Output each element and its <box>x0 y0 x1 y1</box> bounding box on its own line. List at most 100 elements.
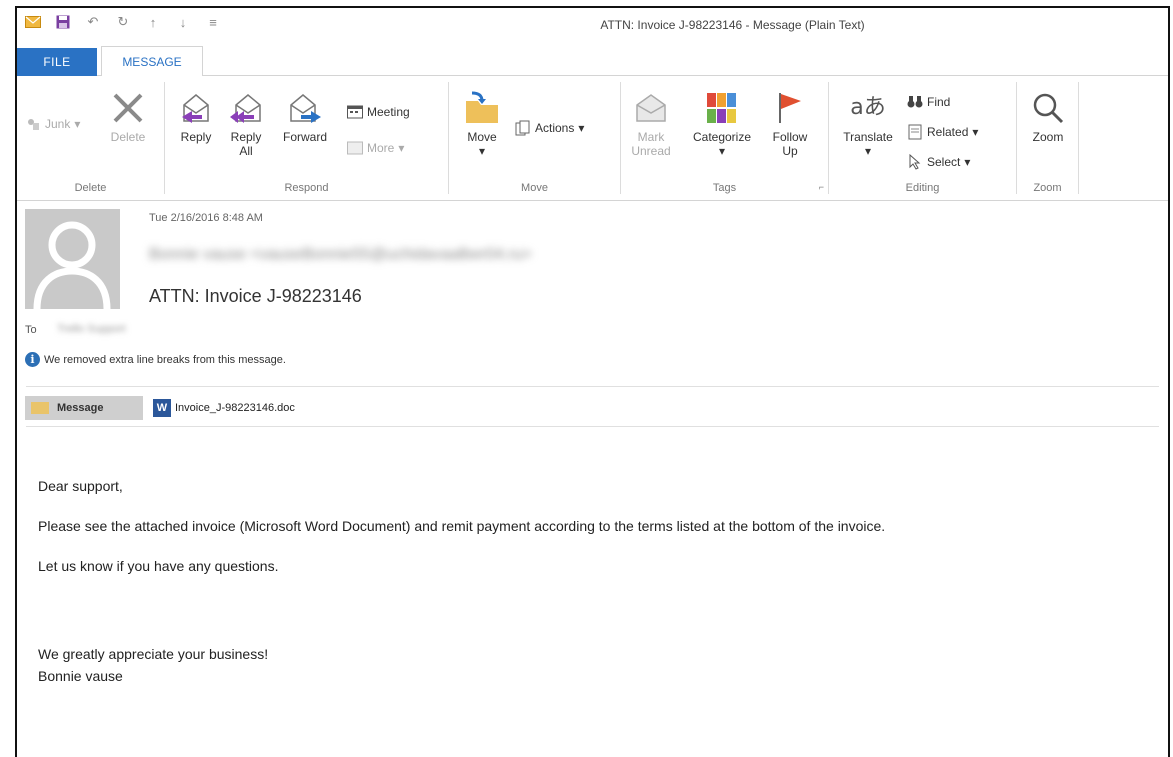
actions-icon <box>515 120 531 136</box>
tab-message[interactable]: MESSAGE <box>101 46 203 77</box>
categorize-icon <box>704 90 740 126</box>
mark-unread-icon <box>633 90 669 126</box>
more-dropdown-icon: ▾ <box>398 141 405 155</box>
translate-icon: aあ <box>850 95 886 120</box>
cursor-icon <box>907 154 923 170</box>
zoom-group-label: Zoom <box>1033 182 1062 194</box>
ribbon-group-tags: Mark Unread Categorize ▾ Follow Up Tags … <box>621 82 829 194</box>
ribbon-group-move: Move ▾ Actions ▾ Move <box>449 82 621 194</box>
sender-name[interactable]: Bonnie vause <vauseBonnie55@uchidavaalbe… <box>149 246 799 270</box>
word-document-icon: W <box>153 399 171 417</box>
zoom-button[interactable]: Zoom <box>1023 90 1073 144</box>
attachment-item[interactable]: W Invoice_J-98223146.doc <box>153 399 295 417</box>
junk-button[interactable]: Junk ▾ <box>25 116 80 132</box>
mark-unread-label-1: Mark <box>637 130 665 144</box>
outlook-message-window: ↶ ↻ ↑ ↓ ≡ ATTN: Invoice J-98223146 - Mes… <box>15 6 1170 757</box>
delete-x-icon <box>110 90 146 126</box>
translate-dropdown-icon: ▾ <box>864 144 872 158</box>
more-label: More <box>367 141 395 155</box>
forward-icon <box>287 90 323 126</box>
info-text: We removed extra line breaks from this m… <box>44 353 286 366</box>
header-divider <box>26 386 1159 387</box>
reply-button[interactable]: Reply <box>173 90 219 144</box>
categorize-label: Categorize <box>692 130 752 144</box>
tab-file[interactable]: FILE <box>17 48 97 76</box>
to-recipient[interactable]: Trello Support <box>57 323 126 335</box>
reply-all-label-1: Reply <box>230 130 262 144</box>
respond-group-label: Respond <box>284 182 329 194</box>
message-date: Tue 2/16/2016 8:48 AM <box>149 212 263 224</box>
message-body[interactable]: Dear support, Please see the attached in… <box>38 476 885 686</box>
move-group-label: Move <box>521 182 548 194</box>
categorize-button[interactable]: Categorize ▾ <box>681 90 763 158</box>
dialog-launcher-icon[interactable]: ⌐ <box>819 182 824 192</box>
info-bar[interactable]: i We removed extra line breaks from this… <box>25 352 286 367</box>
move-folder-icon <box>464 90 500 126</box>
translate-button[interactable]: aあ Translate ▾ <box>835 90 901 159</box>
ribbon-group-respond: Reply Reply All Forward Meeting More ▾ R… <box>165 82 449 194</box>
window-title: ATTN: Invoice J-98223146 - Message (Plai… <box>600 18 865 32</box>
reply-all-icon <box>228 90 264 126</box>
actions-label: Actions <box>535 121 575 135</box>
person-silhouette-icon <box>33 221 111 309</box>
junk-dropdown-icon: ▾ <box>74 117 81 131</box>
select-button[interactable]: Select ▾ <box>907 154 970 170</box>
reply-icon <box>178 90 214 126</box>
mark-unread-label-2: Unread <box>631 144 671 158</box>
select-label: Select <box>927 155 961 169</box>
to-label: To <box>25 324 37 336</box>
actions-dropdown-icon: ▾ <box>578 121 585 135</box>
junk-label: Junk <box>45 117 71 131</box>
tags-group-label: Tags <box>712 182 737 194</box>
more-button[interactable]: More ▾ <box>347 140 404 156</box>
find-button[interactable]: Find <box>907 94 950 110</box>
move-button[interactable]: Move ▾ <box>457 90 507 158</box>
follow-up-button[interactable]: Follow Up <box>765 90 815 158</box>
body-paragraph: Please see the attached invoice (Microso… <box>38 518 886 534</box>
ribbon: Junk ▾ Delete Delete Reply Reply All For… <box>17 76 1168 201</box>
envelope-icon <box>31 402 49 414</box>
related-icon <box>907 124 923 140</box>
follow-up-label-1: Follow <box>772 130 808 144</box>
meeting-button[interactable]: Meeting <box>347 104 410 120</box>
forward-button[interactable]: Forward <box>275 90 335 144</box>
find-label: Find <box>927 95 951 109</box>
junk-icon <box>25 116 41 132</box>
forward-label: Forward <box>282 130 327 144</box>
reply-label: Reply <box>180 130 212 144</box>
ribbon-group-editing: aあ Translate ▾ Find Related ▾ Select ▾ E… <box>829 82 1017 194</box>
select-dropdown-icon: ▾ <box>964 155 971 169</box>
translate-label: Translate <box>843 130 893 144</box>
categorize-dropdown-icon: ▾ <box>718 144 726 158</box>
reply-all-button[interactable]: Reply All <box>221 90 271 158</box>
follow-up-label-2: Up <box>782 144 798 158</box>
magnifier-icon <box>1030 90 1066 126</box>
ribbon-group-zoom: Zoom Zoom <box>1017 82 1079 194</box>
mark-unread-button[interactable]: Mark Unread <box>625 90 677 158</box>
related-dropdown-icon: ▾ <box>972 125 979 139</box>
related-button[interactable]: Related ▾ <box>907 124 978 140</box>
body-signature: Bonnie vause <box>38 668 123 684</box>
title-bar: ↶ ↻ ↑ ↓ ≡ ATTN: Invoice J-98223146 - Mes… <box>17 8 1168 44</box>
attachment-divider <box>26 426 1159 427</box>
sender-avatar <box>25 209 120 309</box>
delete-label: Delete <box>110 130 146 144</box>
reply-all-label-2: All <box>239 144 253 158</box>
message-tab-label: Message <box>57 402 104 414</box>
zoom-label: Zoom <box>1032 130 1064 144</box>
delete-button[interactable]: Delete <box>103 90 153 144</box>
ribbon-tabs: FILE MESSAGE <box>17 44 1168 77</box>
attachment-filename: Invoice_J-98223146.doc <box>175 402 295 414</box>
binoculars-icon <box>907 94 923 110</box>
delete-group-label: Delete <box>74 182 107 194</box>
related-label: Related <box>927 125 969 139</box>
body-greeting: Dear support, <box>38 478 123 494</box>
more-icon <box>347 140 363 156</box>
message-tab-button[interactable]: Message <box>25 396 143 420</box>
editing-group-label: Editing <box>905 182 940 194</box>
flag-icon <box>772 90 808 126</box>
ribbon-group-delete: Junk ▾ Delete Delete <box>17 82 165 194</box>
actions-button[interactable]: Actions ▾ <box>515 120 584 136</box>
body-closing: We greatly appreciate your business! <box>38 646 269 662</box>
meeting-label: Meeting <box>367 105 410 119</box>
